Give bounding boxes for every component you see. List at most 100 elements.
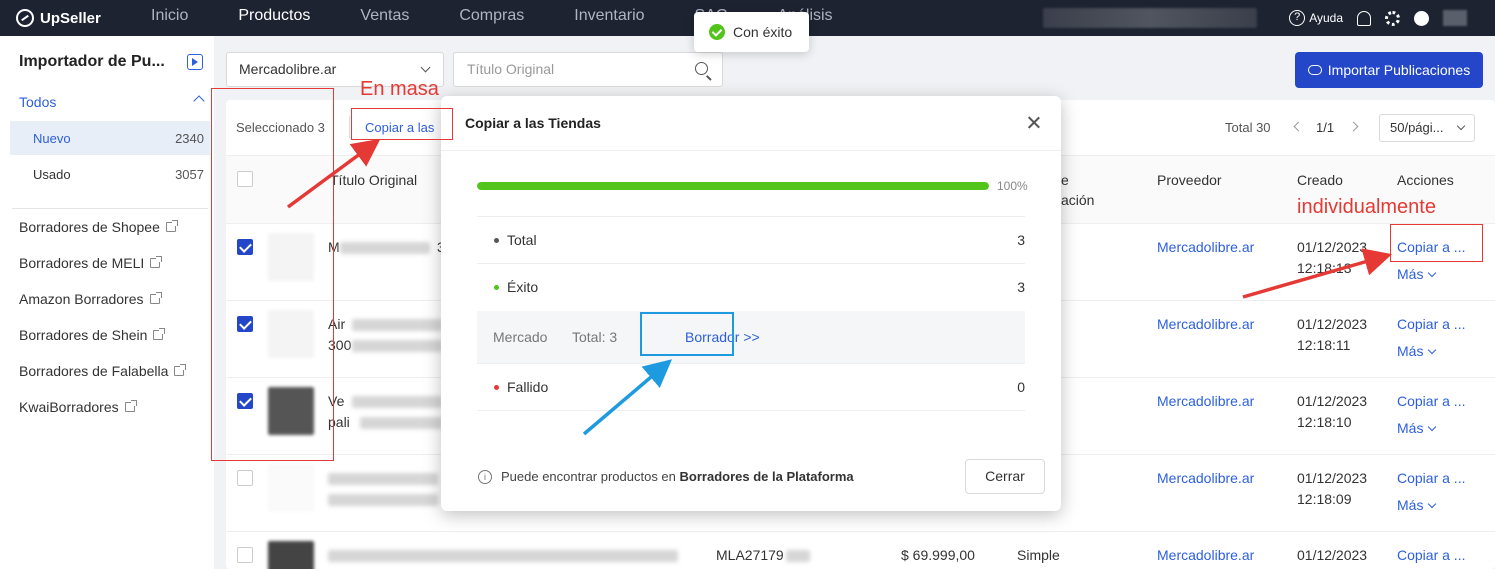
failed-label: Fallido — [507, 379, 549, 395]
more-actions-dropdown[interactable]: Más — [1397, 343, 1437, 359]
copy-to-stores-modal: Copiar a las Tiendas 100% Total 3 Éxito … — [441, 96, 1061, 511]
provider-link[interactable]: Mercadolibre.ar — [1157, 391, 1254, 412]
import-publications-button[interactable]: Importar Publicaciones — [1295, 52, 1483, 88]
redacted-store-selector — [1043, 8, 1257, 28]
progress-bar — [477, 182, 989, 190]
sidebar-title: Importador de Pu... — [19, 53, 165, 70]
sidebar-link-shein-drafts[interactable]: Borradores de Shein — [19, 327, 166, 343]
more-actions-dropdown[interactable]: Más — [1397, 420, 1437, 436]
total-value: 3 — [1017, 232, 1025, 248]
created-time: 12:18:13 — [1297, 260, 1352, 276]
cloud-upload-icon — [1307, 65, 1322, 75]
created-date: 01/12/2023 — [1297, 316, 1368, 332]
external-link-icon — [149, 292, 162, 304]
more-label: Más — [1397, 497, 1424, 513]
bullet-dot-icon — [494, 238, 499, 243]
help-link[interactable]: ? Ayuda — [1289, 10, 1343, 26]
sidebar-link-label: Borradores de MELI — [19, 255, 145, 271]
check-circle-icon — [709, 24, 725, 40]
provider-link[interactable]: Mercadolibre.ar — [1157, 237, 1254, 258]
import-button-label: Importar Publicaciones — [1327, 62, 1471, 78]
product-thumbnail[interactable] — [268, 464, 314, 512]
nav-item-inventario[interactable]: Inventario — [549, 0, 669, 36]
success-value: 3 — [1017, 279, 1025, 295]
col-title[interactable]: Título Original — [330, 172, 417, 188]
result-row-total: Total 3 — [477, 216, 1025, 264]
sidebar-link-meli-drafts[interactable]: Borradores de MELI — [19, 255, 163, 271]
toast-message: Con éxito — [733, 24, 793, 40]
search-placeholder: Título Original — [467, 61, 555, 77]
chevron-down-icon — [1428, 422, 1437, 431]
top-right-tools: ? Ayuda — [1289, 0, 1495, 36]
redacted-text — [360, 417, 442, 429]
chevron-down-icon — [1456, 121, 1466, 131]
col-actions: Acciones — [1397, 172, 1454, 188]
redacted-text — [328, 473, 438, 485]
sidebar-link-shopee-drafts[interactable]: Borradores de Shopee — [19, 219, 178, 235]
marketplace-select-value: Mercadolibre.ar — [239, 61, 337, 77]
pager-total: Total 30 — [1225, 120, 1271, 135]
close-icon[interactable] — [1026, 115, 1042, 131]
row-checkbox[interactable] — [237, 470, 253, 486]
redacted-username[interactable] — [1443, 10, 1467, 26]
sidebar-item-label: Usado — [33, 166, 71, 182]
provider-link[interactable]: Mercadolibre.ar — [1157, 468, 1254, 489]
title-search-input[interactable]: Título Original — [453, 52, 723, 87]
sidebar-link-kwai-drafts[interactable]: KwaiBorradores — [19, 399, 137, 415]
provider-link[interactable]: Mercadolibre.ar — [1157, 545, 1254, 566]
search-icon[interactable] — [695, 62, 708, 75]
market-row: Mercado Total: 3 Borrador >> — [477, 311, 1025, 364]
gear-icon[interactable] — [1385, 10, 1400, 26]
copy-to-stores-link[interactable]: Copiar a ... — [1397, 314, 1465, 335]
annotation-box-draft-link — [640, 312, 734, 356]
page-size-select[interactable]: 50/pági... — [1379, 114, 1475, 142]
failed-value: 0 — [1017, 379, 1025, 395]
upseller-logo-icon — [16, 9, 34, 27]
sidebar-link-amazon-drafts[interactable]: Amazon Borradores — [19, 291, 162, 307]
bell-icon[interactable] — [1357, 10, 1371, 26]
page-size-value: 50/pági... — [1390, 120, 1444, 135]
success-dot-icon — [494, 285, 499, 290]
sidebar: Importador de Pu... Todos Nuevo 2340 Usa… — [0, 36, 214, 569]
chevron-down-icon — [1428, 499, 1437, 508]
success-label: Éxito — [507, 279, 539, 295]
product-thumbnail[interactable] — [268, 541, 314, 569]
redacted-text — [328, 550, 678, 562]
chevron-up-icon[interactable] — [193, 95, 205, 107]
copy-to-stores-link[interactable]: Copiar a ... — [1397, 391, 1465, 412]
col-created[interactable]: Creado — [1297, 172, 1343, 188]
more-actions-dropdown[interactable]: Más — [1397, 266, 1437, 282]
sidebar-item-usado[interactable]: Usado 3057 — [10, 157, 210, 191]
sidebar-link-falabella-drafts[interactable]: Borradores de Falabella — [19, 363, 187, 379]
copy-to-stores-link[interactable]: Copiar a ... — [1397, 468, 1465, 489]
nav-item-inicio[interactable]: Inicio — [126, 0, 213, 36]
toolbar-divider — [349, 116, 350, 138]
col-publication-line2: ación — [1061, 192, 1095, 208]
close-button[interactable]: Cerrar — [965, 459, 1045, 494]
progress-percent: 100% — [997, 179, 1028, 193]
provider-link[interactable]: Mercadolibre.ar — [1157, 314, 1254, 335]
sidebar-link-label: KwaiBorradores — [19, 399, 119, 415]
user-icon[interactable] — [1414, 10, 1429, 26]
play-video-icon[interactable] — [187, 54, 203, 70]
success-toast: Con éxito — [694, 12, 809, 52]
brand-logo[interactable]: UpSeller — [16, 9, 126, 27]
nav-item-productos[interactable]: Productos — [213, 0, 335, 36]
nav-item-ventas[interactable]: Ventas — [335, 0, 434, 36]
chevron-down-icon — [1428, 268, 1437, 277]
sidebar-group-todos[interactable]: Todos — [19, 94, 56, 110]
external-link-icon — [150, 256, 163, 268]
created-time: 12:18:11 — [1297, 337, 1351, 353]
external-link-icon — [124, 400, 137, 412]
total-label: Total — [507, 232, 537, 248]
sidebar-item-nuevo[interactable]: Nuevo 2340 — [10, 121, 210, 155]
redacted-text — [328, 494, 438, 506]
row-checkbox[interactable] — [237, 547, 253, 563]
more-actions-dropdown[interactable]: Más — [1397, 497, 1437, 513]
market-total: Total: 3 — [572, 329, 618, 345]
question-icon: ? — [1289, 10, 1306, 26]
nav-item-compras[interactable]: Compras — [434, 0, 549, 36]
copy-to-stores-link[interactable]: Copiar a ... — [1397, 545, 1465, 566]
chevron-down-icon — [420, 62, 431, 73]
sidebar-link-label: Amazon Borradores — [19, 291, 144, 307]
